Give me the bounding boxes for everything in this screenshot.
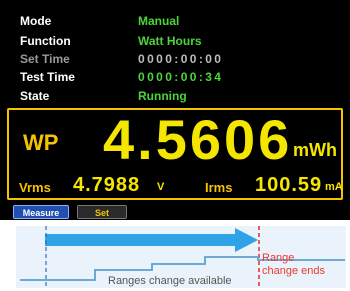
test-time-label: Test Time	[20, 70, 75, 84]
state-label: State	[20, 89, 50, 103]
range-change-ends-line1: Range	[262, 252, 294, 264]
primary-label: WP	[23, 130, 59, 155]
state-value: Running	[138, 89, 187, 103]
vrms-label: Vrms	[19, 180, 51, 195]
set-softkey[interactable]: Set	[77, 205, 127, 219]
range-change-ends-line2: change ends	[262, 265, 325, 277]
test-time-value: 0000:00:34	[138, 70, 224, 84]
primary-value: 4.5606	[103, 108, 293, 171]
primary-unit: mWh	[293, 140, 337, 160]
mode-label: Mode	[20, 14, 52, 28]
vrms-value: 4.7988	[73, 174, 141, 196]
meter-display: Mode Manual Function Watt Hours Set Time…	[0, 0, 350, 220]
function-value: Watt Hours	[138, 34, 202, 48]
progress-arrow-shaft	[45, 234, 235, 246]
set-time-label: Set Time	[20, 52, 70, 66]
irms-value: 100.59	[255, 174, 323, 196]
irms-unit: mA	[325, 181, 343, 193]
measure-softkey[interactable]: Measure	[13, 205, 69, 219]
set-time-value: 0000:00:00	[138, 52, 224, 66]
mode-value: Manual	[138, 14, 180, 28]
measurement-panel: WP 4.5606 mWh Vrms 4.7988 V Irms 100.59 …	[7, 108, 343, 200]
range-diagram: Ranges change available Range change end…	[16, 226, 346, 288]
vrms-unit: V	[157, 181, 165, 193]
function-label: Function	[20, 34, 71, 48]
ranges-available-text: Ranges change available	[108, 275, 232, 287]
irms-label: Irms	[205, 180, 233, 195]
